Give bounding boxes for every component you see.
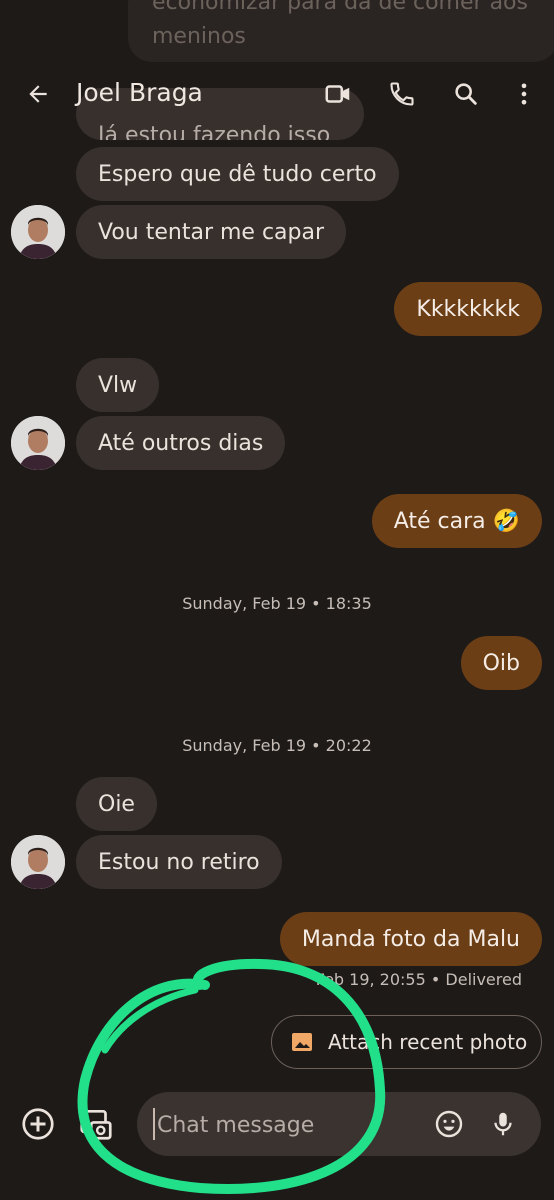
more-vert-icon[interactable] (504, 74, 544, 114)
message-text: Estou no retiro (98, 849, 260, 875)
message-text: Kkkkkkkk (416, 296, 520, 322)
avatar[interactable] (11, 416, 65, 470)
message-text: Espero que dê tudo certo (98, 161, 377, 187)
microphone-icon[interactable] (483, 1104, 523, 1144)
message-bubble-in[interactable]: Estou no retiro (76, 835, 282, 889)
date-separator: Sunday, Feb 19 • 18:35 (182, 594, 372, 613)
message-text: Oie (98, 791, 135, 817)
date-separator: Sunday, Feb 19 • 20:22 (182, 736, 372, 755)
message-text: Oib (482, 650, 520, 676)
video-call-icon[interactable] (318, 74, 358, 114)
emoji-icon[interactable] (429, 1104, 469, 1144)
message-bubble-out[interactable]: Até cara 🤣 (371, 494, 542, 548)
gallery-camera-icon[interactable] (76, 1104, 116, 1144)
message-text: Vou tentar me capar (98, 219, 325, 245)
message-text: Até cara 🤣 (393, 508, 520, 534)
message-bubble-in[interactable]: Até outros dias (76, 416, 286, 470)
app-bar: Joel Braga (0, 62, 554, 126)
search-icon[interactable] (446, 74, 486, 114)
message-bubble-in[interactable]: Vlw (76, 358, 160, 412)
phone-icon[interactable] (382, 74, 422, 114)
message-text: Vlw (98, 372, 138, 398)
contact-name[interactable]: Joel Braga (76, 78, 203, 107)
attach-label: Attach recent photo (328, 1030, 528, 1054)
message-text: Manda foto da Malu (301, 926, 520, 952)
text-caret (153, 1108, 155, 1140)
message-bubble-out[interactable]: Kkkkkkkk (394, 282, 542, 336)
message-text: Até outros dias (98, 430, 264, 456)
message-status: Feb 19, 20:55 • Delivered (315, 970, 522, 989)
image-icon (290, 1030, 314, 1054)
avatar[interactable] (11, 205, 65, 259)
message-bubble-in[interactable]: Espero que dê tudo certo (76, 147, 399, 201)
arrow-back-icon[interactable] (18, 74, 58, 114)
chat-message-input[interactable] (155, 1105, 419, 1145)
message-bubble-out[interactable]: Manda foto da Malu (279, 912, 542, 966)
partial-message-bubble: economizar para da de comer aos meninos (128, 0, 554, 62)
message-bubble-out[interactable]: Oib (460, 636, 542, 690)
avatar[interactable] (11, 835, 65, 889)
message-bubble-in[interactable]: Vou tentar me capar (76, 205, 347, 259)
partial-message-text: economizar para da de comer aos meninos (152, 0, 528, 49)
message-bubble-in[interactable]: Oie (76, 777, 157, 831)
add-circle-icon[interactable] (18, 1104, 58, 1144)
chat-composer[interactable] (137, 1092, 541, 1156)
attach-recent-photo-chip[interactable]: Attach recent photo (271, 1015, 542, 1069)
